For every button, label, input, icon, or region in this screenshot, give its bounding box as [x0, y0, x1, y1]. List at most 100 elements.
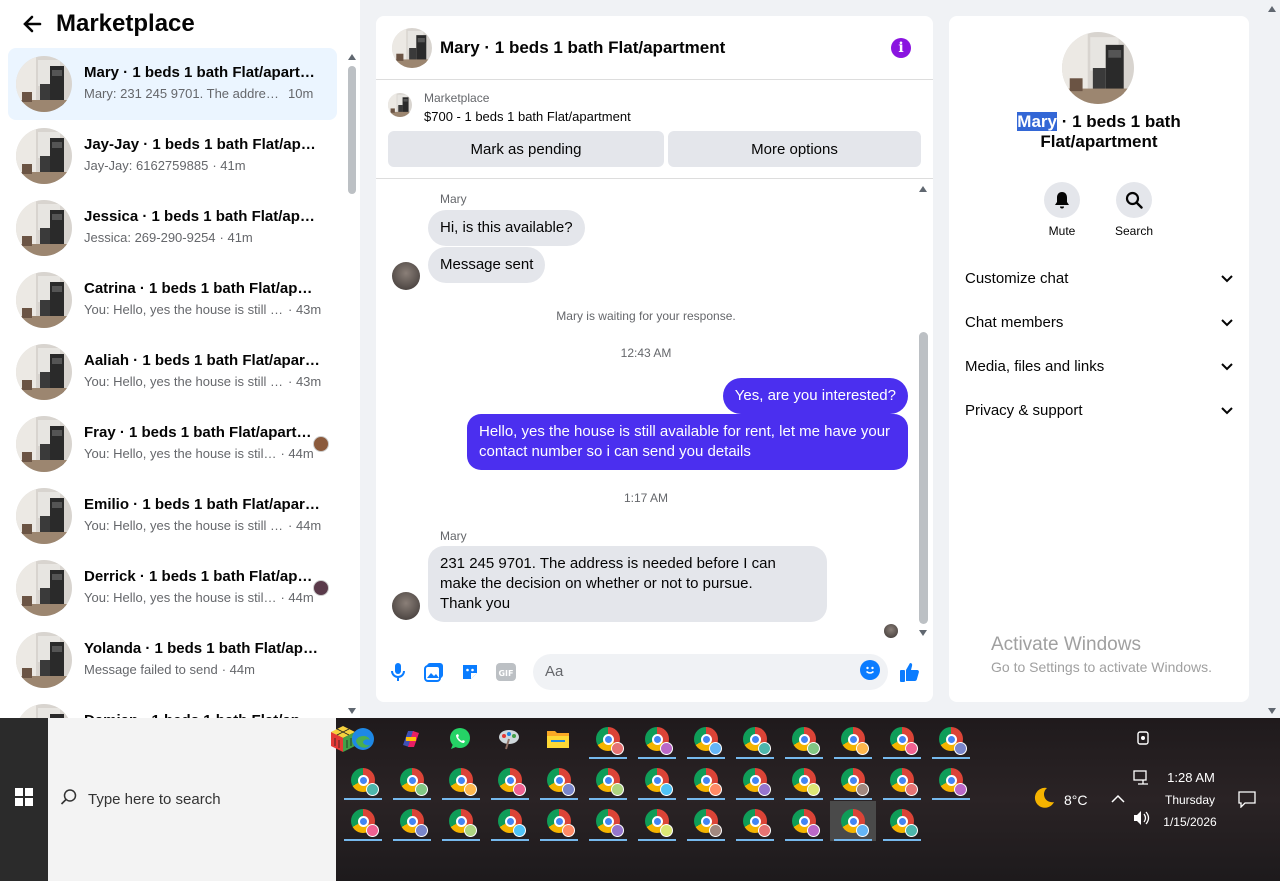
chrome-profile-icon[interactable]: [634, 801, 680, 841]
edge-icon[interactable]: [340, 719, 386, 759]
listing-avatar-large[interactable]: [1062, 32, 1134, 104]
chrome-profile-icon[interactable]: [879, 801, 925, 841]
sender-avatar[interactable]: [392, 262, 420, 290]
conversation-item[interactable]: Fray · 1 beds 1 bath Flat/apart… You: Hel…: [8, 408, 337, 480]
bell-icon[interactable]: [1044, 182, 1080, 218]
back-arrow-icon[interactable]: [18, 10, 46, 38]
chrome-profile-icon[interactable]: [830, 760, 876, 800]
volume-icon[interactable]: [1133, 810, 1151, 829]
scroll-down-arrow-icon[interactable]: [919, 630, 927, 636]
chrome-profile-icon[interactable]: [389, 760, 435, 800]
mark-pending-button[interactable]: Mark as pending: [388, 131, 664, 167]
chrome-profile-icon[interactable]: [585, 719, 631, 759]
chrome-profile-icon[interactable]: [830, 719, 876, 759]
conversation-item[interactable]: Jay-Jay · 1 beds 1 bath Flat/apart… Jay-J…: [8, 120, 337, 192]
scrollbar-thumb[interactable]: [919, 332, 928, 624]
chrome-profile-icon[interactable]: [879, 760, 925, 800]
weather-moon-icon[interactable]: [1032, 786, 1056, 813]
conversation-item[interactable]: Catrina · 1 beds 1 bath Flat/apart… You: …: [8, 264, 337, 336]
section-chat-members[interactable]: Chat members: [965, 302, 1233, 342]
more-options-button[interactable]: More options: [668, 131, 921, 167]
listing-price[interactable]: $700 - 1 beds 1 bath Flat/apartment: [424, 109, 631, 124]
microphone-icon[interactable]: [386, 660, 410, 684]
chrome-profile-icon[interactable]: [732, 801, 778, 841]
chrome-profile-icon[interactable]: [536, 760, 582, 800]
incoming-message[interactable]: Hi, is this available?: [428, 210, 585, 246]
conversation-item[interactable]: Mary · 1 beds 1 bath Flat/apartm… Mary: 2…: [8, 48, 337, 120]
chevron-up-icon[interactable]: [1111, 792, 1125, 807]
chrome-profile-icon[interactable]: [585, 801, 631, 841]
conversation-item[interactable]: Jessica · 1 beds 1 bath Flat/apart… Jessi…: [8, 192, 337, 264]
chrome-profile-icon[interactable]: [928, 719, 974, 759]
outgoing-message[interactable]: Yes, are you interested?: [722, 378, 908, 414]
chrome-profile-icon[interactable]: [683, 760, 729, 800]
info-icon[interactable]: i: [891, 38, 911, 58]
scroll-up-arrow-icon[interactable]: [348, 54, 356, 60]
chrome-profile-icon[interactable]: [340, 801, 386, 841]
incoming-message[interactable]: Message sent: [428, 247, 546, 283]
search-icon[interactable]: [1116, 182, 1152, 218]
scroll-down-arrow-icon[interactable]: [348, 708, 356, 714]
chrome-profile-icon[interactable]: [928, 760, 974, 800]
weather-temperature[interactable]: 8°C: [1064, 792, 1088, 808]
scroll-up-arrow-icon[interactable]: [1268, 6, 1276, 12]
copilot-icon[interactable]: [388, 719, 434, 759]
chrome-profile-icon[interactable]: [389, 801, 435, 841]
listing-avatar[interactable]: [392, 28, 432, 68]
chrome-profile-icon[interactable]: [732, 760, 778, 800]
network-icon[interactable]: [1133, 770, 1151, 789]
conversation-item[interactable]: Yolanda · 1 beds 1 bath Flat/apar… Messag…: [8, 624, 337, 696]
scroll-down-arrow-icon[interactable]: [1268, 708, 1276, 714]
conversation-item[interactable]: Aaliah · 1 beds 1 bath Flat/apart… You: H…: [8, 336, 337, 408]
chrome-profile-icon[interactable]: [487, 801, 533, 841]
chrome-profile-icon[interactable]: [683, 719, 729, 759]
chrome-profile-icon[interactable]: [487, 760, 533, 800]
incoming-message[interactable]: 231 245 9701. The address is needed befo…: [428, 546, 827, 622]
scrollbar-thumb[interactable]: [348, 66, 356, 194]
section-customize-chat[interactable]: Customize chat: [965, 258, 1233, 298]
thumbs-up-icon[interactable]: [898, 660, 922, 684]
section-media-files-links[interactable]: Media, files and links: [965, 346, 1233, 386]
clock-time[interactable]: 1:28 AM: [1164, 770, 1218, 785]
scroll-up-arrow-icon[interactable]: [919, 186, 927, 192]
sticker-icon[interactable]: [458, 660, 482, 684]
message-input[interactable]: Aa: [533, 654, 888, 690]
notifications-icon[interactable]: [1238, 790, 1256, 811]
meet-now-icon[interactable]: [1136, 730, 1150, 749]
page-scrollbar[interactable]: [1265, 0, 1280, 718]
chrome-profile-icon[interactable]: [830, 801, 876, 841]
clock-date[interactable]: 1/15/2026: [1160, 815, 1220, 829]
chrome-profile-icon[interactable]: [585, 760, 631, 800]
whatsapp-icon[interactable]: [437, 719, 483, 759]
conversation-item[interactable]: Emilio · 1 beds 1 bath Flat/apart… You: H…: [8, 480, 337, 552]
chrome-profile-icon[interactable]: [781, 719, 827, 759]
clock-day[interactable]: Thursday: [1160, 793, 1220, 807]
emoji-icon[interactable]: [860, 660, 880, 680]
mute-button[interactable]: Mute: [1032, 182, 1092, 238]
chrome-profile-icon[interactable]: [438, 801, 484, 841]
chrome-profile-icon[interactable]: [536, 801, 582, 841]
photo-icon[interactable]: [422, 660, 446, 684]
conversation-item[interactable]: Derrick · 1 beds 1 bath Flat/ap… You: Hel…: [8, 552, 337, 624]
chrome-profile-icon[interactable]: [732, 719, 778, 759]
chrome-profile-icon[interactable]: [634, 719, 680, 759]
chrome-profile-icon[interactable]: [634, 760, 680, 800]
chat-scrollbar[interactable]: [916, 180, 933, 640]
sender-avatar[interactable]: [392, 592, 420, 620]
chrome-profile-icon[interactable]: [438, 760, 484, 800]
conversation-item[interactable]: Damian · 1 beds 1 bath Flat/apart…: [8, 696, 337, 718]
file-explorer-icon[interactable]: [535, 719, 581, 759]
chrome-profile-icon[interactable]: [683, 801, 729, 841]
taskbar-search[interactable]: Type here to search: [48, 718, 355, 881]
sidebar-scrollbar[interactable]: [345, 48, 360, 718]
search-button[interactable]: Search: [1104, 182, 1164, 238]
gif-icon[interactable]: GIF: [494, 660, 518, 684]
chrome-profile-icon[interactable]: [879, 719, 925, 759]
chrome-profile-icon[interactable]: [781, 760, 827, 800]
chrome-profile-icon[interactable]: [340, 760, 386, 800]
outgoing-message[interactable]: Hello, yes the house is still available …: [467, 414, 908, 470]
section-privacy-support[interactable]: Privacy & support: [965, 390, 1233, 430]
paint-icon[interactable]: [486, 719, 532, 759]
start-button[interactable]: [0, 718, 48, 881]
chrome-profile-icon[interactable]: [781, 801, 827, 841]
